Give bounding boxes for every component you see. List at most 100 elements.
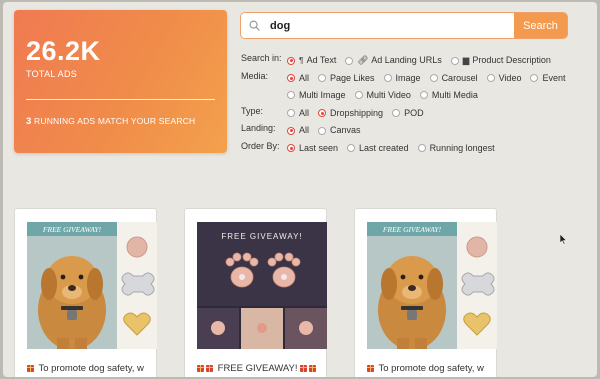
gift-icon [197,364,204,372]
radio-button[interactable] [287,109,295,117]
radio-button[interactable] [287,91,295,99]
option-label: Carousel [441,72,478,83]
gift-icon [367,364,374,372]
option-label: All [299,72,310,83]
option-label: Last seen [299,142,339,153]
radio-button[interactable] [419,91,428,99]
total-ads-label: TOTAL ADS [26,69,78,79]
ad-image[interactable]: FREE GIVEAWAY! [197,222,327,349]
option-label: Multi Video [366,89,411,100]
ad-card[interactable]: FREE GIVEAWAY! To promote dog safety, w [14,208,157,377]
radio-button[interactable] [318,109,327,117]
stats-divider [26,99,215,100]
banner-text: FREE GIVEAWAY! [221,232,302,241]
radio-button[interactable] [417,144,426,152]
ad-caption-text: To promote dog safety, w [378,363,484,374]
search-field[interactable] [241,13,514,38]
gift-icon [309,364,317,372]
radio-button[interactable] [347,144,356,152]
paragraph-icon: ¶ [299,55,304,65]
option-label: Multi Image [299,89,346,100]
option-label: Canvas [330,125,361,135]
media-multi-image[interactable]: Multi Image [287,87,346,104]
landing-all[interactable]: All [287,122,309,139]
banner-text: FREE GIVEAWAY! [382,225,442,234]
radio-button[interactable] [318,74,327,82]
option-label: Product Description [472,55,551,65]
ad-image[interactable]: FREE GIVEAWAY! [367,222,497,349]
ad-card[interactable]: FREE GIVEAWAY! To promote dog safety, w [354,208,497,377]
search-input[interactable] [270,19,470,32]
radio-button[interactable] [486,74,495,82]
radio-button[interactable] [383,74,392,82]
option-label: All [299,107,310,118]
order-running-longest[interactable]: Running longest [417,140,495,157]
filter-label-order-by: Order By: [241,140,280,151]
gift-icon [27,364,34,372]
search-button[interactable]: Search [514,13,567,38]
option-label: All [299,125,310,135]
landing-canvas[interactable]: Canvas [318,122,361,139]
option-label: Page Likes [330,72,375,83]
media-carousel[interactable]: Carousel [429,70,478,87]
running-ads-label: RUNNING ADS MATCH YOUR SEARCH [34,116,196,126]
media-video[interactable]: Video [486,70,522,87]
ad-card[interactable]: FREE GIVEAWAY! FREE GIVEAWAY! [184,208,327,377]
filter-row-type: Type: All Dropshipping POD [241,105,591,123]
option-label: Multi Media [431,89,478,100]
radio-button[interactable] [429,74,438,82]
ad-caption-text: To promote dog safety, w [38,363,144,374]
radio-button[interactable] [287,144,295,152]
filter-label-type: Type: [241,105,264,116]
option-label: Event [542,72,566,83]
option-label: POD [404,107,424,118]
filter-label-search-in: Search in: [241,53,282,63]
media-event[interactable]: Event [530,70,565,87]
radio-button[interactable] [392,109,401,117]
option-label: Video [498,72,522,83]
search-in-ad-text[interactable]: ¶ Ad Text [287,52,336,69]
ad-caption: To promote dog safety, w [27,363,155,374]
radio-button[interactable] [287,74,295,82]
option-label: Image [395,72,421,83]
document-icon: ▆ [462,55,470,65]
app-window: 26.2K TOTAL ADS 3 RUNNING ADS MATCH YOUR… [3,2,597,377]
order-last-seen[interactable]: Last seen [287,140,338,157]
search-icon [249,20,260,31]
media-multi-video[interactable]: Multi Video [354,87,411,104]
radio-button[interactable] [318,126,327,135]
radio-button[interactable] [287,56,295,65]
ad-caption: To promote dog safety, w [367,363,495,374]
filter-row-order-by: Order By: Last seen Last created Running… [241,140,591,158]
running-ads-summary: 3 RUNNING ADS MATCH YOUR SEARCH [26,116,215,127]
type-all[interactable]: All [287,105,309,122]
media-image[interactable]: Image [383,70,421,87]
ad-image[interactable]: FREE GIVEAWAY! [27,222,157,349]
filter-row-media: Media: All Page Likes Image Carousel Vid… [241,70,591,105]
mouse-cursor-icon [560,234,568,245]
filters-panel: Search in: ¶ Ad Text 🔗︎ Ad Landing URLs … [241,52,591,157]
option-label: Ad Text [306,55,337,65]
radio-button[interactable] [530,74,539,82]
link-icon: 🔗︎ [357,55,369,65]
media-page-likes[interactable]: Page Likes [318,70,375,87]
filter-label-media: Media: [241,70,269,81]
total-ads-count: 26.2K [26,36,101,66]
radio-button[interactable] [450,56,459,65]
radio-button[interactable] [354,91,363,99]
media-all[interactable]: All [287,70,309,87]
running-ads-count: 3 [26,116,32,127]
gift-icon [206,364,213,372]
radio-button[interactable] [345,56,354,65]
order-last-created[interactable]: Last created [347,140,409,157]
type-dropshipping[interactable]: Dropshipping [318,105,383,122]
stats-card: 26.2K TOTAL ADS 3 RUNNING ADS MATCH YOUR… [14,10,227,153]
radio-button[interactable] [287,126,295,135]
media-multi-media[interactable]: Multi Media [419,87,478,104]
option-label: Dropshipping [330,107,384,118]
type-pod[interactable]: POD [392,105,424,122]
search-in-landing-urls[interactable]: 🔗︎ Ad Landing URLs [345,52,442,69]
option-label: Running longest [429,142,495,153]
search-in-product-description[interactable]: ▆ Product Description [450,52,551,69]
option-label: Last created [359,142,409,153]
